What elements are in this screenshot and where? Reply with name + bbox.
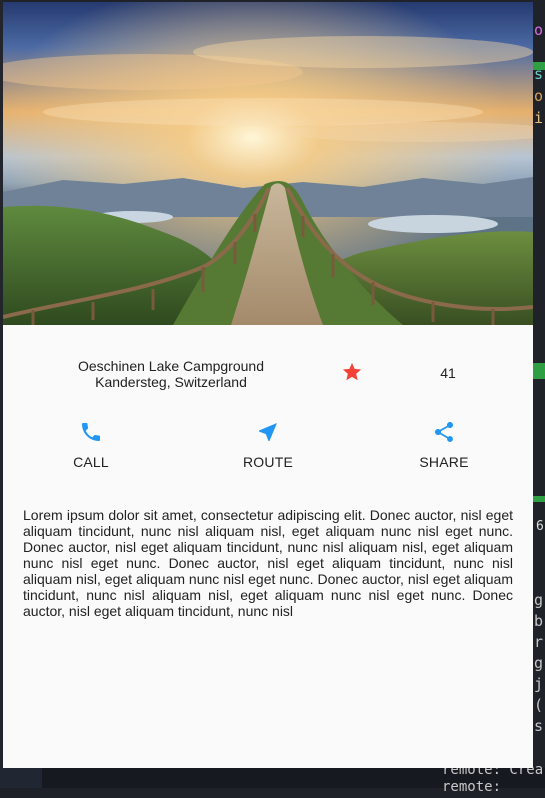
terminal-line: s [534,717,544,735]
description-text: Lorem ipsum dolor sit amet, consectetur … [23,507,513,619]
place-name: Oeschinen Lake Campground [77,358,264,374]
near-me-icon [259,423,277,441]
terminal-line: j [534,675,544,693]
editor-code-fragment: s [534,65,544,83]
terminal-line: b [534,612,544,630]
terminal-line: g [534,591,544,609]
editor-code-fragment: o [534,21,544,39]
editor-code-fragment: 6 [536,519,544,534]
terminal-line: ( [534,696,544,714]
phone-icon [82,423,100,441]
landscape-illustration [3,2,533,325]
terminal-panel: remote: Crea remote: [0,762,545,795]
action-buttons: CALL ROUTE SHARE [3,417,533,477]
share-button[interactable]: SHARE [399,417,489,470]
app-window: Oeschinen Lake Campground Kandersteg, Sw… [3,2,533,768]
terminal-line: r [534,633,544,651]
share-label: SHARE [419,454,469,470]
place-title-block: Oeschinen Lake Campground Kandersteg, Sw… [51,358,291,390]
share-icon [435,422,453,442]
call-label: CALL [73,454,109,470]
favorite-count: 41 [440,365,456,381]
editor-code-fragment: i [534,109,544,127]
title-section: Oeschinen Lake Campground Kandersteg, Sw… [3,325,533,417]
hero-image [3,2,533,325]
star-icon[interactable] [341,361,363,383]
route-button[interactable]: ROUTE [223,417,313,470]
call-button[interactable]: CALL [46,417,136,470]
place-location: Kandersteg, Switzerland [95,374,247,390]
route-label: ROUTE [243,454,293,470]
terminal-line: g [534,654,544,672]
terminal-tab[interactable] [0,768,42,788]
diff-marker [533,496,545,502]
editor-code-fragment: o [534,87,544,105]
diff-marker [533,363,545,379]
